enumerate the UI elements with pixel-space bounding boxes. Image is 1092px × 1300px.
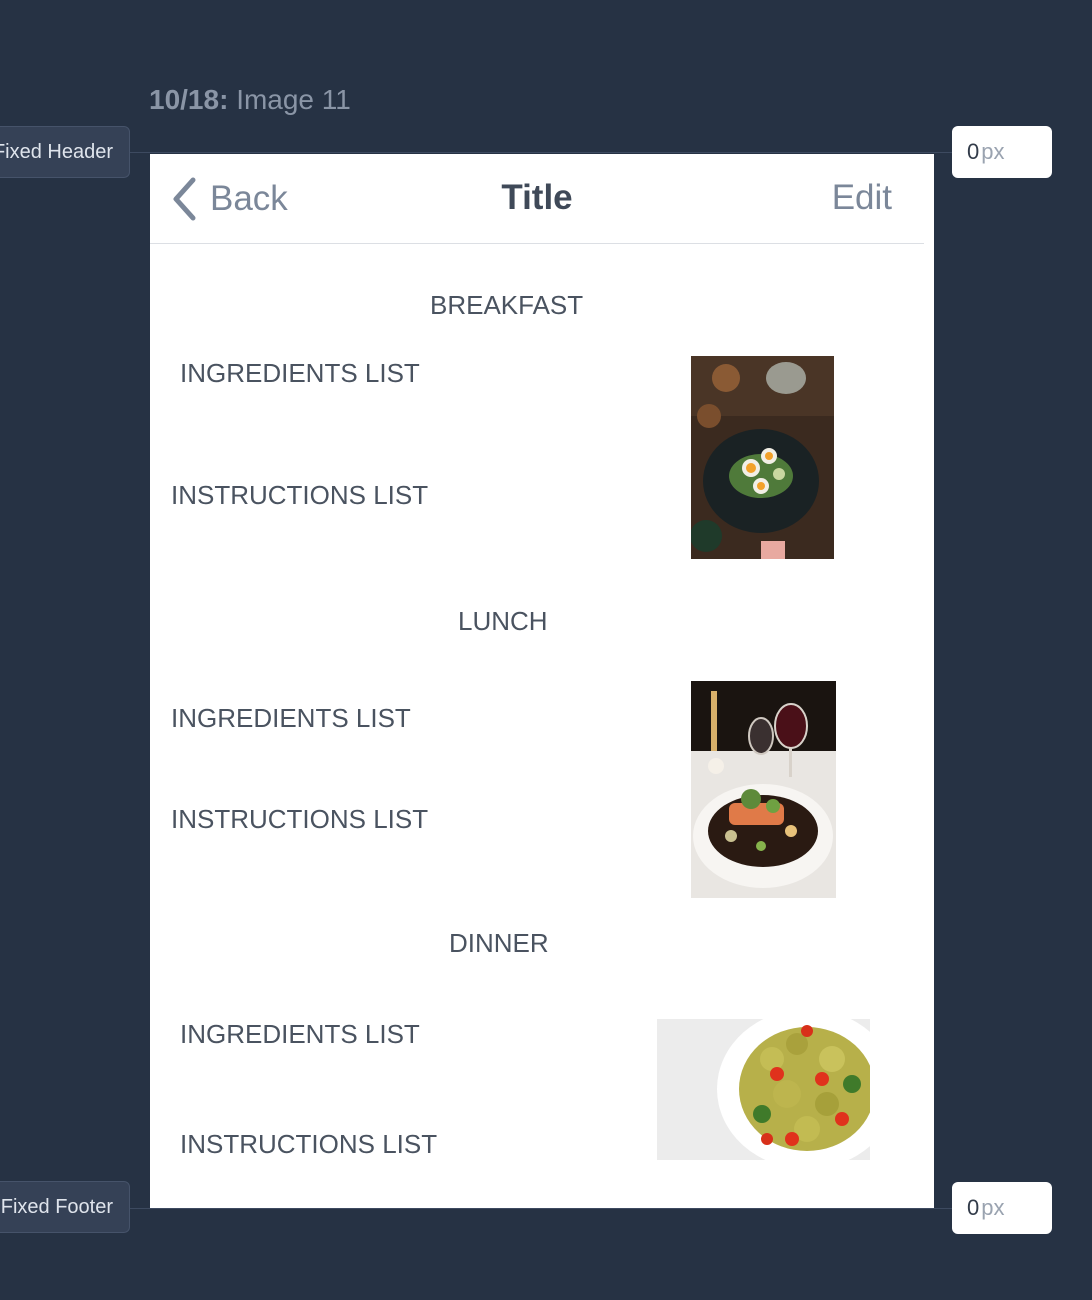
footer-offset-value: 0 xyxy=(967,1195,980,1220)
fixed-footer-guide-line xyxy=(130,1208,952,1209)
header-offset-unit: px xyxy=(981,139,1005,164)
meal-heading-breakfast: BREAKFAST xyxy=(430,290,584,320)
lunch-photo xyxy=(691,681,836,898)
edit-button[interactable]: Edit xyxy=(832,178,892,218)
meal-heading-dinner: DINNER xyxy=(449,928,549,958)
header-offset-value: 0 xyxy=(967,139,980,164)
page-title: Title xyxy=(501,178,573,217)
dinner-ingredients-label[interactable]: INGREDIENTS LIST xyxy=(180,1019,420,1050)
breakfast-instructions-label[interactable]: INSTRUCTIONS LIST xyxy=(171,480,428,511)
fixed-footer-button[interactable]: Fixed Footer xyxy=(0,1181,130,1233)
breakfast-ingredients-label[interactable]: INGREDIENTS LIST xyxy=(180,358,420,389)
header-offset-input[interactable]: 0px xyxy=(952,126,1052,178)
screen-counter: 10/18: xyxy=(149,84,229,115)
screen-label: 10/18: Image 11 xyxy=(149,84,351,116)
footer-offset-input[interactable]: 0px xyxy=(952,1182,1052,1234)
fixed-header-guide-line xyxy=(130,152,952,153)
footer-offset-unit: px xyxy=(981,1195,1005,1220)
dinner-photo xyxy=(657,1019,870,1160)
breakfast-photo xyxy=(691,356,834,559)
lunch-ingredients-label[interactable]: INGREDIENTS LIST xyxy=(171,703,411,734)
screen-name: Image 11 xyxy=(236,84,351,115)
device-canvas: Back Title Edit BREAKFAST INGREDIENTS LI… xyxy=(150,154,934,1208)
lunch-instructions-label[interactable]: INSTRUCTIONS LIST xyxy=(171,804,428,835)
dinner-instructions-label[interactable]: INSTRUCTIONS LIST xyxy=(180,1129,437,1160)
fixed-header-button[interactable]: Fixed Header xyxy=(0,126,130,178)
meal-heading-lunch: LUNCH xyxy=(458,606,548,636)
navigation-bar: Back Title Edit xyxy=(150,154,924,244)
